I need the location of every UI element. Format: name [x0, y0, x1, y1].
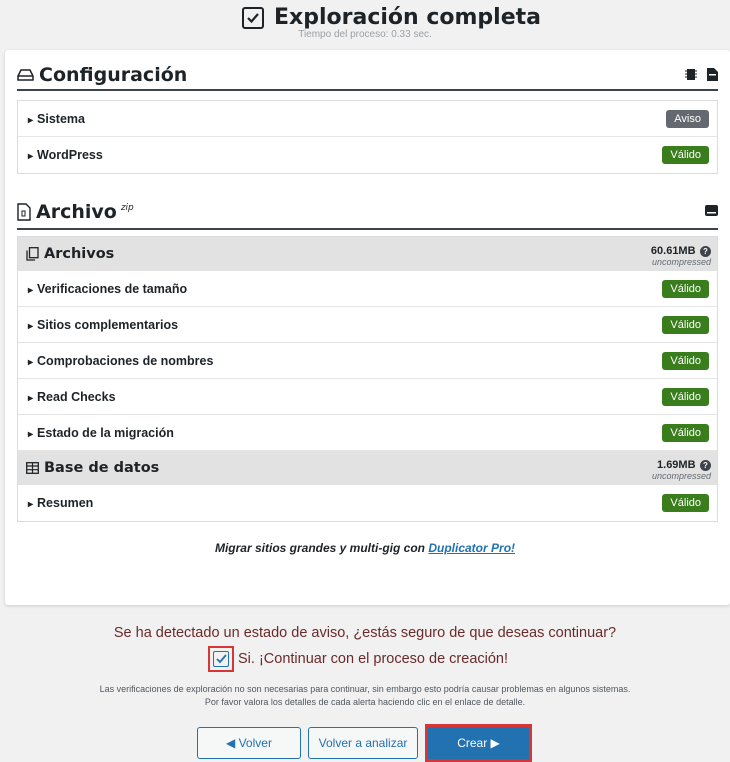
files-group-title: Archivos — [44, 246, 115, 262]
status-badge-valid: Válido — [662, 315, 709, 334]
scan-note: Las verificaciones de exploración no son… — [0, 683, 730, 708]
hard-drive-icon — [17, 68, 34, 82]
page-header: Exploración completa Tiempo del proceso:… — [0, 0, 730, 48]
status-badge-valid: Válido — [662, 423, 709, 442]
database-size-value: 1.69MB — [657, 458, 696, 471]
create-button-highlight: Crear ▶ — [425, 724, 532, 762]
status-badge-valid: Válido — [662, 146, 709, 164]
continue-checkbox[interactable] — [213, 651, 229, 667]
database-size-note: uncompressed — [651, 470, 711, 481]
scan-results-panel: Configuración Sistema Aviso WordPress Vá… — [5, 50, 730, 605]
process-time: Tiempo del proceso: 0.33 sec. — [298, 29, 432, 40]
drive-icon[interactable] — [705, 204, 718, 219]
archive-section-title: Archivo — [36, 201, 117, 223]
status-badge-valid: Válido — [662, 387, 709, 406]
files-size: 60.61MB ? uncompressed — [651, 242, 711, 267]
row-addon-sites[interactable]: Sitios complementarios Válido — [18, 307, 717, 343]
promo-text: Migrar sitios grandes y multi-gig con Du… — [0, 541, 730, 555]
status-badge-valid: Válido — [662, 279, 709, 298]
database-group-title: Base de datos — [44, 460, 160, 476]
back-button[interactable]: ◀ Volver — [197, 727, 301, 759]
row-label: Verificaciones de tamaño — [28, 282, 187, 296]
help-icon[interactable]: ? — [700, 459, 711, 471]
config-section-header: Configuración — [17, 62, 718, 88]
status-badge-warning: Aviso — [666, 109, 709, 128]
duplicator-pro-link[interactable]: Duplicator Pro! — [428, 541, 515, 555]
confirm-label[interactable]: Si. ¡Continuar con el proceso de creació… — [238, 651, 508, 667]
copy-files-icon — [26, 247, 39, 261]
row-migration-status[interactable]: Estado de la migración Válido — [18, 415, 717, 451]
row-size-checks[interactable]: Verificaciones de tamaño Válido — [18, 271, 717, 307]
checkbox-checked-icon — [242, 6, 264, 29]
row-label: Read Checks — [28, 390, 116, 404]
row-label: Estado de la migración — [28, 426, 174, 440]
zip-file-icon — [17, 203, 31, 221]
section-divider — [17, 228, 718, 230]
confirm-continue: Si. ¡Continuar con el proceso de creació… — [208, 646, 508, 672]
archive-section-header: Archivo zip — [17, 198, 718, 226]
help-icon[interactable]: ? — [700, 245, 711, 257]
files-size-note: uncompressed — [651, 256, 711, 267]
page-title: Exploración completa — [242, 5, 541, 30]
row-label: Comprobaciones de nombres — [28, 354, 213, 368]
row-label: Resumen — [28, 496, 93, 510]
row-wordpress[interactable]: WordPress Válido — [18, 137, 717, 173]
document-icon[interactable] — [707, 68, 718, 84]
page-title-text: Exploración completa — [274, 5, 541, 30]
row-name-checks[interactable]: Comprobaciones de nombres Válido — [18, 343, 717, 379]
cpu-icon[interactable] — [685, 68, 697, 84]
promo-message: Migrar sitios grandes y multi-gig con — [214, 541, 429, 555]
row-label: WordPress — [28, 148, 103, 162]
status-badge-valid: Válido — [662, 494, 709, 512]
database-size: 1.69MB ? uncompressed — [652, 456, 711, 481]
row-read-checks[interactable]: Read Checks Válido — [18, 379, 717, 415]
status-badge-valid: Válido — [662, 351, 709, 370]
rescan-button[interactable]: Volver a analizar — [308, 727, 418, 759]
checkbox-highlight — [208, 646, 234, 672]
row-label: Sistema — [28, 112, 85, 126]
create-button[interactable]: Crear ▶ — [428, 727, 529, 759]
database-group-header: Base de datos 1.69MB ? uncompressed — [18, 451, 717, 485]
config-section-title: Configuración — [39, 64, 188, 86]
table-icon — [26, 462, 39, 474]
files-size-value: 60.61MB — [650, 244, 696, 257]
section-divider — [17, 89, 718, 91]
files-group-header: Archivos 60.61MB ? uncompressed — [18, 237, 717, 271]
row-label: Sitios complementarios — [28, 318, 178, 332]
warning-message: Se ha detectado un estado de aviso, ¿est… — [113, 625, 617, 641]
scan-note-line2: Por favor valora los detalles de cada al… — [204, 696, 526, 707]
config-rows: Sistema Aviso WordPress Válido — [17, 100, 718, 174]
row-summary[interactable]: Resumen Válido — [18, 485, 717, 521]
row-sistema[interactable]: Sistema Aviso — [18, 101, 717, 137]
scan-note-line1: Las verificaciones de exploración no son… — [99, 684, 631, 694]
archive-rows: Archivos 60.61MB ? uncompressed Verifica… — [17, 236, 718, 522]
archive-format: zip — [120, 203, 134, 213]
